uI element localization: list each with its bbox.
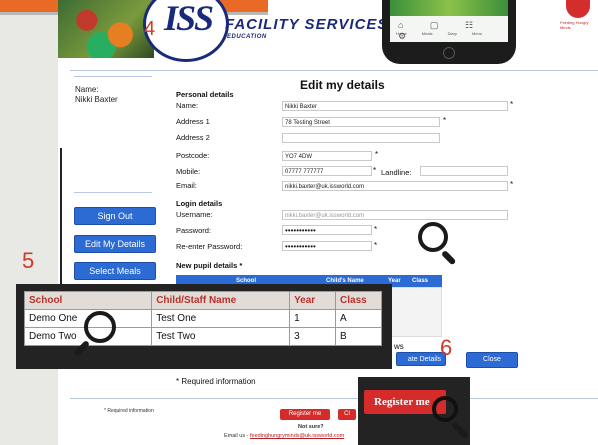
zoom-col-name: Child/Staff Name [151,291,291,310]
mobile-required-marker: * [373,166,377,175]
password-label: Password: [176,226,212,235]
email-prefix: Email us - [224,433,250,439]
zoom-col-year: Year [289,291,337,310]
name-label: Name: [176,101,199,110]
sidebar-name-label: Name: [75,85,99,94]
reenter-password-label: Re-enter Password: [176,242,243,251]
footer-register-button[interactable]: Register me [280,409,330,420]
footer-required-note: * Required information [104,408,154,414]
address1-required-marker: * [443,116,447,125]
password-required-marker: * [374,225,378,234]
password-field[interactable]: ••••••••••• [282,225,372,235]
rows-partial-text: ws [394,342,404,351]
footer-divider [70,398,598,399]
page-title: Edit my details [300,78,385,92]
close-button[interactable]: Close [466,352,518,368]
mobile-field[interactable]: 07777 777777 [282,166,372,176]
pupil-col-class: Class [412,278,429,284]
personal-details-heading: Personal details [176,90,234,99]
brand-title: FACILITY SERVICES [225,16,389,33]
postcode-field[interactable]: YO7 4DW [282,151,372,161]
update-details-button[interactable]: ate Details [396,352,446,366]
sidebar-name-value: Nikki Baxter [75,95,118,104]
table-row[interactable]: Demo Two Test Two 3 B [23,327,382,346]
address2-field[interactable] [282,133,440,143]
brand-subtitle: EDUCATION [227,34,267,40]
pupil-zoom-table: School Child/Staff Name Year Class Demo … [23,291,382,346]
mobile-label: Mobile: [176,167,201,176]
address1-label: Address 1 [176,117,210,126]
phone-banner [390,0,508,16]
name-field[interactable]: Nikki Baxter [282,101,508,111]
not-sure-text: Not sure? [298,424,324,430]
zoom-col-class: Class [335,291,382,310]
postcode-label: Postcode: [176,151,210,160]
sign-out-button[interactable]: Sign Out [74,207,156,225]
edit-my-details-button[interactable]: Edit My Details [74,235,156,253]
address1-field[interactable]: 78 Testing Street [282,117,440,127]
cell-year: 3 [289,327,337,346]
reenter-password-required-marker: * [374,241,378,250]
email-us-line: Email us - feedinghungryminds@uk.issworl… [224,433,344,439]
cell-year: 1 [289,309,337,328]
landline-label: Landline: [381,168,412,177]
step-5-label: 5 [22,248,35,273]
iss-logo-text: ISS [164,0,214,38]
landline-field[interactable] [420,166,508,176]
postcode-required-marker: * [375,150,379,159]
login-details-heading: Login details [176,199,223,208]
name-required-marker: * [510,100,514,109]
header-fruit-photo [58,0,154,58]
footer-close-button[interactable]: Cl [338,409,356,420]
select-meals-button[interactable]: Select Meals [74,262,156,280]
cell-name: Test One [151,309,291,328]
phone-illustration: ⌂ ▢ ☷ ⚙ Home Meals Diary Menu [382,0,516,64]
zoom-col-school: School [23,291,153,310]
new-pupil-heading: New pupil details * [176,261,243,270]
sidebar-mid-rule [74,192,152,193]
phone-screen: ⌂ ▢ ☷ ⚙ Home Meals Diary Menu [390,0,508,42]
phone-nav-labels: Home Meals Diary Menu [396,31,483,36]
email-field[interactable]: nikki.baxter@uk.issworld.com [282,181,508,191]
cell-class: B [335,327,382,346]
required-info-text: * Required information [176,377,256,386]
reenter-password-field[interactable]: ••••••••••• [282,241,372,251]
feeding-hungry-minds-text: Feeding Hungry Minds [560,20,589,30]
username-label: Username: [176,210,213,219]
table-row[interactable]: Demo One Test One 1 A [23,309,382,328]
phone-home-button-icon [443,47,455,59]
step-4-label: 4 [144,18,156,40]
username-field[interactable]: nikki.baxter@uk.issworld.com [282,210,508,220]
step-6-label: 6 [440,335,453,360]
email-link[interactable]: feedinghungryminds@uk.issworld.com [250,433,344,439]
header-divider [70,70,598,71]
sidebar-top-rule [74,76,152,77]
zoom-table-header-row: School Child/Staff Name Year Class [23,291,382,310]
address2-label: Address 2 [176,133,210,142]
cell-name: Test Two [151,327,291,346]
cell-class: A [335,309,382,328]
email-label: Email: [176,181,197,190]
email-required-marker: * [510,180,514,189]
